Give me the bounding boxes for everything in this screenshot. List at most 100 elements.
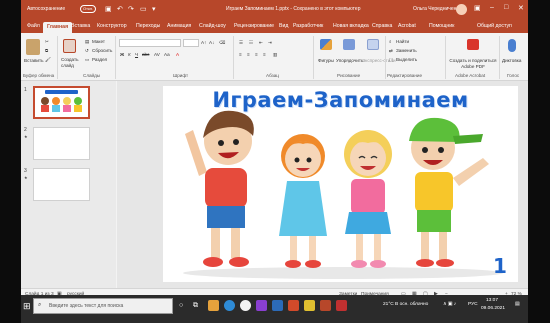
clock-time[interactable]: 13:07 — [486, 298, 498, 303]
keyboard-layout[interactable]: РУС — [468, 302, 478, 307]
adobe-pdf-icon[interactable] — [467, 39, 479, 50]
numbering-icon[interactable]: ☷ — [249, 40, 253, 46]
find-icon[interactable]: ⌕ — [389, 39, 392, 44]
tab-view[interactable]: Вид — [279, 23, 288, 29]
select-button[interactable]: Выделить — [396, 57, 417, 62]
tab-review[interactable]: Рецензирование — [234, 23, 274, 29]
cut-icon[interactable]: ✂ — [45, 39, 49, 45]
undo-icon[interactable]: ↶ — [117, 5, 123, 14]
save-icon[interactable]: ▣ — [105, 5, 112, 14]
tab-file[interactable]: Файл — [27, 23, 40, 29]
shapes-button[interactable]: Фигуры — [318, 58, 334, 63]
create-share-pdf-button[interactable]: Создать и поделиться Adobe PDF — [449, 58, 497, 70]
notifications-icon[interactable]: ▤ — [515, 302, 520, 307]
tab-developer[interactable]: Разработчик — [293, 23, 323, 29]
find-button[interactable]: Найти — [396, 39, 409, 44]
increase-indent-icon[interactable]: ⇥ — [268, 40, 272, 46]
paste-icon[interactable] — [26, 39, 40, 55]
browser-b-icon[interactable] — [272, 300, 283, 311]
align-right-icon[interactable]: ≡ — [255, 52, 258, 57]
layout-button[interactable]: Макет — [92, 39, 105, 44]
chrome-icon[interactable] — [240, 300, 251, 311]
arrange-icon[interactable] — [343, 39, 355, 50]
shapes-icon[interactable] — [320, 39, 332, 50]
align-left-icon[interactable]: ≡ — [239, 52, 242, 57]
weather-widget[interactable]: 21°C В осн. облачно — [383, 302, 428, 307]
app-icon[interactable] — [256, 300, 267, 311]
replace-icon[interactable]: ⇄ — [389, 48, 393, 54]
close-icon[interactable]: ✕ — [518, 4, 524, 12]
acrobat-taskbar-icon[interactable] — [336, 300, 347, 311]
font-color-icon[interactable]: A — [176, 52, 179, 57]
share-button[interactable]: Общий доступ — [477, 23, 512, 29]
windows-start-icon[interactable]: ⊞ — [23, 301, 31, 312]
justify-icon[interactable]: ≡ — [263, 52, 266, 57]
slide-thumbnail-3[interactable] — [33, 168, 90, 201]
customize-qat-icon[interactable]: ▾ — [152, 5, 156, 14]
yandex-icon[interactable] — [304, 300, 315, 311]
columns-icon[interactable]: ▥ — [273, 52, 277, 58]
align-center-icon[interactable]: ≡ — [247, 52, 250, 57]
tab-insert[interactable]: Вставка — [71, 23, 90, 29]
tab-design[interactable]: Конструктор — [97, 23, 127, 29]
copy-icon[interactable]: ⧉ — [45, 48, 48, 53]
redo-icon[interactable]: ↷ — [128, 5, 134, 14]
thumbnail-number: 1 — [24, 87, 27, 93]
slideshow-icon[interactable]: ▭ — [140, 5, 147, 14]
office-icon[interactable] — [288, 300, 299, 311]
grow-font-icon[interactable]: A↑ — [201, 40, 206, 45]
format-painter-icon[interactable]: 🖌 — [45, 57, 51, 63]
char-spacing-icon[interactable]: AV — [154, 52, 160, 57]
file-explorer-icon[interactable] — [208, 300, 219, 311]
section-icon[interactable]: ▭ — [85, 57, 89, 63]
reset-button[interactable]: Сбросить — [92, 48, 112, 53]
underline-icon[interactable]: Ч — [135, 52, 138, 57]
tab-slideshow[interactable]: Слайд-шоу — [199, 23, 226, 29]
tab-acrobat[interactable]: Acrobat — [398, 23, 416, 29]
new-slide-icon[interactable] — [63, 39, 76, 53]
new-slide-button[interactable]: Создать слайд — [61, 57, 83, 69]
slide-thumbnail-1[interactable] — [33, 86, 90, 119]
arrange-button[interactable]: Упорядочить — [336, 58, 363, 63]
section-button[interactable]: Раздел — [92, 57, 107, 62]
powerpoint-taskbar-icon[interactable] — [320, 300, 331, 311]
change-case-icon[interactable]: Aa — [164, 52, 170, 57]
reset-icon[interactable]: ↺ — [85, 48, 89, 54]
maximize-icon[interactable]: □ — [504, 4, 508, 11]
tab-animations[interactable]: Анимация — [167, 23, 191, 29]
decrease-indent-icon[interactable]: ⇤ — [259, 40, 263, 46]
clear-format-icon[interactable]: ⌫ — [219, 40, 226, 46]
task-view-icon[interactable]: ⧉ — [193, 302, 198, 310]
taskbar-search[interactable]: ⌕ Введите здесь текст для поиска — [33, 298, 173, 314]
tray-icons[interactable]: ∧ ▣ ♪ — [443, 302, 456, 307]
paste-button[interactable]: Вставить — [24, 58, 43, 63]
tab-new[interactable]: Новая вкладка — [333, 23, 369, 29]
tab-help[interactable]: Справка — [372, 23, 392, 29]
tab-home[interactable]: Главная — [43, 22, 73, 33]
bullets-icon[interactable]: ☰ — [239, 40, 243, 46]
clock-date[interactable]: 09.06.2021 — [481, 306, 505, 311]
tab-assistant[interactable]: Помощник — [429, 23, 454, 29]
user-name[interactable]: Ольга Чередниченко — [413, 6, 461, 12]
font-size-input[interactable] — [183, 39, 199, 47]
edge-icon[interactable] — [224, 300, 235, 311]
tab-transitions[interactable]: Переходы — [136, 23, 160, 29]
avatar[interactable] — [456, 4, 467, 15]
minimize-icon[interactable]: – — [490, 4, 494, 11]
slide-canvas[interactable]: Играем-Запоминаем 1 — [163, 86, 518, 282]
dictate-button[interactable]: Диктовка — [502, 58, 521, 63]
cortana-icon[interactable]: ○ — [179, 302, 183, 309]
microphone-icon[interactable] — [508, 39, 516, 52]
slide-thumbnail-2[interactable] — [33, 127, 90, 160]
bold-icon[interactable]: Ж — [120, 52, 124, 57]
italic-icon[interactable]: К — [128, 52, 131, 57]
quick-styles-icon[interactable] — [367, 39, 379, 50]
font-name-input[interactable] — [119, 39, 181, 47]
layout-icon[interactable]: ▤ — [85, 39, 89, 45]
ribbon-display-icon[interactable]: ▣ — [474, 4, 481, 12]
shrink-font-icon[interactable]: A↓ — [209, 40, 214, 45]
strikethrough-icon[interactable]: abc — [142, 52, 149, 57]
select-icon[interactable]: ⬚ — [389, 57, 393, 63]
replace-button[interactable]: Заменить — [396, 48, 417, 53]
autosave-toggle[interactable]: Откл. — [80, 5, 96, 13]
